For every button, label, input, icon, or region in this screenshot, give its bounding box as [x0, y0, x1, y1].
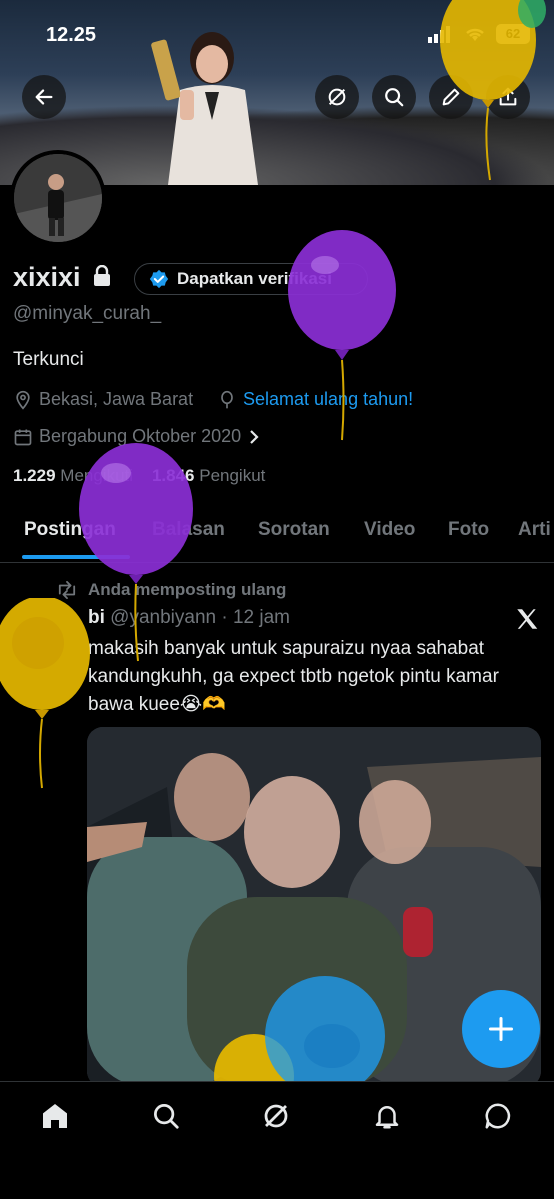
profile-name: xixixi — [13, 262, 112, 293]
tab-photos[interactable]: Foto — [448, 519, 489, 541]
nav-grok[interactable] — [258, 1098, 294, 1134]
nav-notifications[interactable] — [369, 1098, 405, 1134]
tab-articles[interactable]: Arti — [518, 519, 551, 541]
plus-icon — [488, 1016, 514, 1042]
search-button[interactable] — [372, 75, 416, 119]
repost-icon — [58, 581, 76, 599]
nav-home[interactable] — [37, 1098, 73, 1134]
back-button[interactable] — [22, 75, 66, 119]
search-icon — [154, 1104, 179, 1129]
home-icon — [43, 1104, 67, 1128]
nav-messages[interactable] — [480, 1098, 516, 1134]
search-icon — [385, 88, 404, 107]
bell-icon — [375, 1106, 399, 1129]
tab-video[interactable]: Video — [364, 519, 415, 541]
profile-location: Bekasi, Jawa Barat — [13, 389, 193, 410]
purple-balloon-2-icon — [79, 443, 193, 662]
followers-label: Pengikut — [199, 466, 266, 485]
purple-balloon-icon — [288, 230, 396, 441]
location-text: Bekasi, Jawa Barat — [39, 389, 194, 409]
lock-icon — [94, 264, 111, 286]
grok-icon — [264, 1104, 288, 1128]
following-count: 1.229 — [13, 466, 56, 485]
verified-badge-icon — [149, 269, 169, 289]
grok-button[interactable] — [315, 75, 359, 119]
message-icon — [485, 1103, 511, 1129]
status-time: 12.25 — [46, 24, 97, 46]
chevron-right-icon — [250, 429, 259, 444]
avatar[interactable] — [10, 150, 106, 246]
post-time: · 12 jam — [221, 607, 291, 628]
profile-bio: Terkunci — [13, 349, 84, 370]
gold-balloon-top-icon — [440, 0, 546, 181]
nav-search[interactable] — [148, 1098, 184, 1134]
calendar-icon — [14, 429, 32, 445]
avatar-photo — [14, 154, 102, 242]
location-pin-icon — [16, 390, 30, 410]
gold-balloon-left-icon — [0, 598, 90, 789]
compose-button[interactable] — [462, 990, 540, 1068]
bottom-navigation — [0, 1081, 554, 1199]
grok-icon — [328, 88, 346, 106]
profile-name-text: xixixi — [13, 262, 81, 292]
tab-highlights[interactable]: Sorotan — [258, 519, 330, 541]
x-logo-icon — [517, 609, 538, 629]
blue-gold-balloons-icon — [214, 976, 385, 1082]
balloon-icon — [221, 390, 233, 408]
back-arrow-icon — [35, 89, 53, 105]
profile-handle: @minyak_curah_ — [13, 303, 162, 324]
